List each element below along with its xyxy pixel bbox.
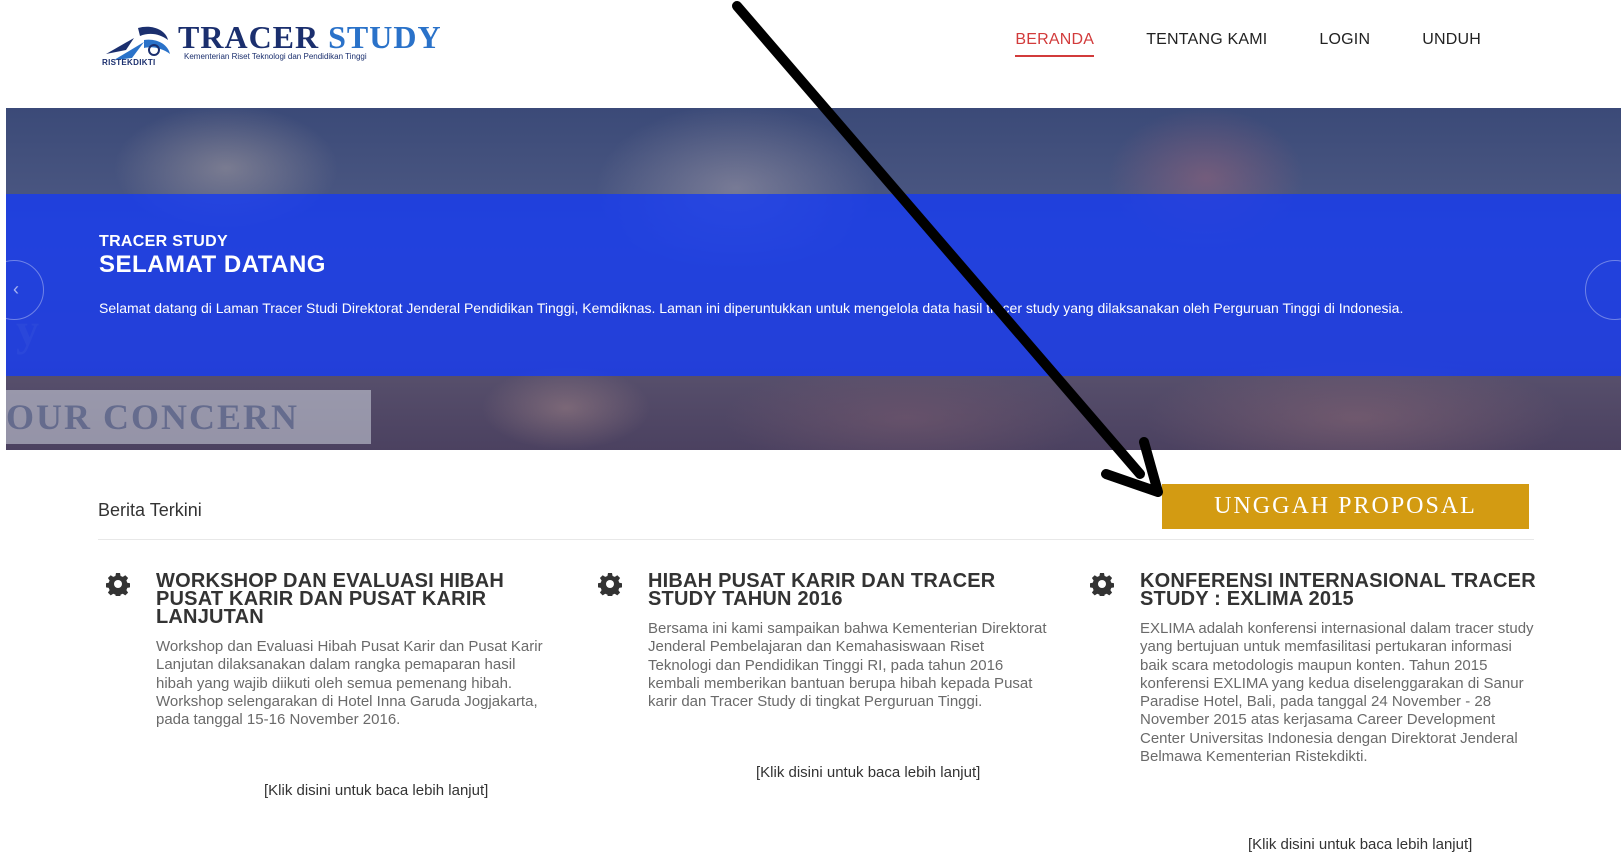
- nav-tentang-kami[interactable]: TENTANG KAMI: [1146, 31, 1267, 57]
- nav-beranda[interactable]: BERANDA: [1015, 31, 1095, 57]
- news-body: Workshop dan Evaluasi Hibah Pusat Karir …: [156, 638, 543, 729]
- main-nav: BERANDA TENTANG KAMI LOGIN UNDUH: [1015, 31, 1481, 57]
- gear-icon: [598, 573, 622, 596]
- news-body: Bersama ini kami sampaikan bahwa Kemente…: [648, 620, 1047, 711]
- hero-slider: y OUR CONCERN TRACER STUDY SELAMAT DATAN…: [6, 108, 1621, 450]
- news-heading: Berita Terkini: [98, 500, 202, 520]
- news-body: EXLIMA adalah konferensi internasional d…: [1140, 620, 1534, 766]
- logo-title-part1: TRACER: [178, 19, 320, 55]
- hero-text: Selamat datang di Laman Tracer Studi Dir…: [99, 300, 1404, 316]
- hero-title: SELAMAT DATANG: [99, 251, 326, 278]
- nav-login[interactable]: LOGIN: [1319, 31, 1370, 57]
- logo-title: TRACER STUDY: [178, 20, 442, 54]
- chevron-left-icon: ‹: [13, 279, 19, 299]
- upload-proposal-button[interactable]: UNGGAH PROPOSAL: [1162, 484, 1529, 529]
- logo-small-label: RISTEKDIKTI: [102, 58, 156, 67]
- logo-subtitle: Kementerian Riset Teknologi dan Pendidik…: [184, 52, 367, 61]
- site-logo[interactable]: TRACER STUDY Kementerian Riset Teknologi…: [102, 18, 464, 74]
- hero-banner: [6, 194, 1621, 376]
- news-divider: [98, 539, 1534, 540]
- news-title[interactable]: WORKSHOP DAN EVALUASI HIBAH PUSAT KARIR …: [156, 571, 576, 627]
- site-header: TRACER STUDY Kementerian Riset Teknologi…: [0, 0, 1621, 108]
- read-more-link[interactable]: [Klik disini untuk baca lebih lanjut]: [264, 782, 488, 799]
- hero-background-text: OUR CONCERN: [6, 390, 371, 444]
- read-more-link[interactable]: [Klik disini untuk baca lebih lanjut]: [1248, 836, 1472, 853]
- logo-title-part2: STUDY: [328, 19, 442, 55]
- news-title[interactable]: KONFERENSI INTERNASIONAL TRACER STUDY : …: [1140, 571, 1560, 609]
- read-more-link[interactable]: [Klik disini untuk baca lebih lanjut]: [756, 764, 980, 781]
- nav-unduh[interactable]: UNDUH: [1422, 31, 1481, 57]
- hero-kicker: TRACER STUDY: [99, 233, 228, 250]
- news-title[interactable]: HIBAH PUSAT KARIR DAN TRACER STUDY TAHUN…: [648, 571, 1068, 609]
- gear-icon: [1090, 573, 1114, 596]
- gear-icon: [106, 573, 130, 596]
